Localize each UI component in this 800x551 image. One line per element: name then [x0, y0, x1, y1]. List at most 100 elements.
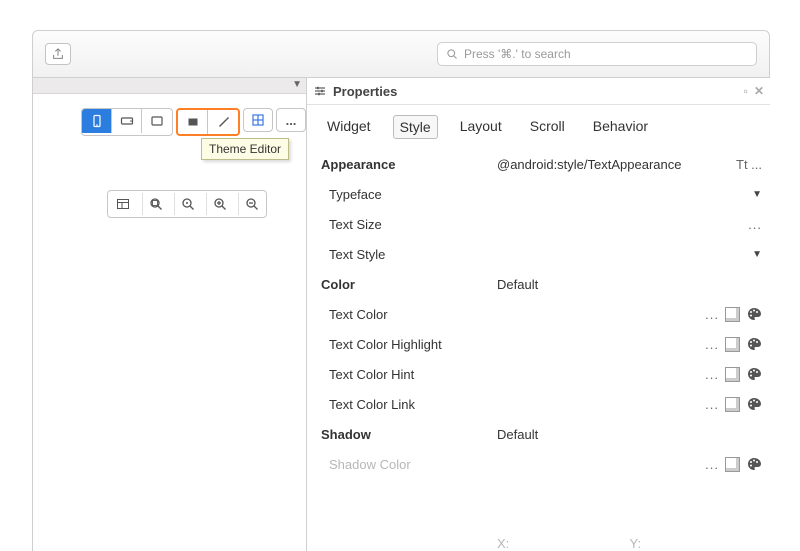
search-icon — [446, 48, 458, 60]
palette-icon[interactable] — [746, 306, 762, 322]
more-button[interactable]: ... — [705, 307, 719, 322]
palette-icon[interactable] — [746, 456, 762, 472]
text-style-picker[interactable]: Tt ... — [736, 157, 762, 172]
property-row[interactable]: Text Color Link... — [307, 389, 770, 419]
tab-style[interactable]: Style — [393, 115, 438, 139]
search-input[interactable]: Press '⌘.' to search — [437, 42, 757, 66]
color-swatch[interactable] — [725, 337, 740, 352]
more-button[interactable]: ... — [705, 397, 719, 412]
phone-landscape-icon — [120, 114, 134, 128]
property-affordances: ... — [705, 396, 762, 412]
palette-icon[interactable] — [746, 396, 762, 412]
phone-portrait-icon — [90, 114, 104, 128]
palette-icon[interactable] — [746, 336, 762, 352]
minimize-panel-button[interactable]: ▫ — [744, 84, 748, 98]
chevron-down-icon[interactable]: ▼ — [752, 189, 762, 200]
properties-tabs: Widget Style Layout Scroll Behavior — [307, 105, 770, 149]
property-row[interactable]: ShadowDefault — [307, 419, 770, 449]
property-label: Typeface — [321, 187, 497, 202]
more-button[interactable]: ... — [705, 337, 719, 352]
property-value[interactable]: Default — [497, 277, 762, 292]
zoom-out-icon — [245, 197, 259, 211]
configuration-bar[interactable]: ▼ — [33, 78, 306, 94]
property-value[interactable]: @android:style/TextAppearance — [497, 157, 736, 172]
address-bar: Press '⌘.' to search — [32, 30, 770, 78]
chevron-down-icon[interactable]: ▼ — [752, 249, 762, 260]
property-row[interactable]: Text Color... — [307, 299, 770, 329]
property-value[interactable]: Default — [497, 427, 762, 442]
color-picker-button[interactable] — [746, 396, 762, 412]
properties-icon — [313, 84, 327, 98]
color-swatch[interactable] — [725, 307, 740, 322]
properties-panel: Properties ▫ ✕ Widget Style Layout Scrol… — [306, 78, 770, 551]
tab-widget[interactable]: Widget — [321, 115, 377, 139]
more-button[interactable]: ... — [705, 457, 719, 472]
phone-portrait-button[interactable] — [82, 109, 112, 133]
shadow-dx-label: X: — [497, 536, 630, 551]
tab-behavior[interactable]: Behavior — [587, 115, 654, 139]
color-picker-button[interactable] — [746, 336, 762, 352]
more-button[interactable]: ... — [705, 367, 719, 382]
search-placeholder: Press '⌘.' to search — [464, 47, 748, 61]
zoom-in-button[interactable] — [206, 193, 232, 215]
property-affordances: ... — [705, 336, 762, 352]
theme-editor-button[interactable] — [208, 110, 238, 134]
color-swatch[interactable] — [725, 367, 740, 382]
color-picker-button[interactable] — [746, 306, 762, 322]
color-picker-button[interactable] — [746, 366, 762, 382]
property-label: Shadow Color — [321, 457, 497, 472]
zoom-in-icon — [213, 197, 227, 211]
property-affordances: ... — [705, 366, 762, 382]
layout-grid-button[interactable] — [243, 108, 273, 132]
property-label: Appearance — [321, 157, 497, 172]
property-row[interactable]: Text Style ▼ — [307, 239, 770, 269]
device-orientation-segment[interactable] — [81, 108, 173, 136]
color-swatch[interactable] — [725, 457, 740, 472]
property-label: Text Color Link — [321, 397, 497, 412]
property-row[interactable]: Shadow Color... — [307, 449, 770, 479]
tab-layout[interactable]: Layout — [454, 115, 508, 139]
share-button[interactable] — [45, 43, 71, 65]
property-row[interactable]: Text Size... — [307, 209, 770, 239]
property-affordances: Tt ... — [736, 157, 762, 172]
tooltip: Theme Editor — [201, 138, 289, 160]
property-row[interactable]: Typeface ▼ — [307, 179, 770, 209]
color-swatch[interactable] — [725, 397, 740, 412]
property-row[interactable]: Appearance@android:style/TextAppearanceT… — [307, 149, 770, 179]
property-label: Text Style — [321, 247, 497, 262]
overflow-button[interactable]: ... — [276, 108, 306, 132]
property-label: Text Color — [321, 307, 497, 322]
property-row[interactable]: ColorDefault — [307, 269, 770, 299]
grid-2x2-icon — [251, 113, 265, 127]
color-picker-button[interactable] — [746, 456, 762, 472]
zoom-out-button[interactable] — [238, 193, 264, 215]
more-button[interactable]: ... — [748, 217, 762, 232]
tablet-button[interactable] — [142, 109, 172, 133]
zoom-actual-icon — [181, 197, 195, 211]
blueprint-button[interactable] — [178, 110, 208, 134]
zoom-toolbar — [107, 190, 267, 218]
property-affordances: ▼ — [752, 249, 762, 260]
property-affordances: ... — [705, 306, 762, 322]
shadow-dxy-row: X: Y: — [307, 532, 770, 551]
palette-icon[interactable] — [746, 366, 762, 382]
zoom-fit-icon — [149, 197, 163, 211]
split-icon — [116, 197, 130, 211]
property-row[interactable]: Text Color Hint... — [307, 359, 770, 389]
zoom-fit-button[interactable] — [142, 193, 168, 215]
chevron-down-icon[interactable]: ▼ — [292, 79, 302, 90]
shadow-dy-label: Y: — [630, 536, 763, 551]
share-icon — [51, 47, 65, 61]
close-panel-button[interactable]: ✕ — [754, 84, 764, 98]
property-label: Text Color Hint — [321, 367, 497, 382]
pan-window-button[interactable] — [110, 193, 136, 215]
property-row[interactable]: Text Color Highlight... — [307, 329, 770, 359]
phone-landscape-button[interactable] — [112, 109, 142, 133]
property-affordances: ... — [748, 217, 762, 232]
zoom-actual-button[interactable] — [174, 193, 200, 215]
properties-list: Appearance@android:style/TextAppearanceT… — [307, 149, 770, 532]
mode-segment[interactable] — [176, 108, 240, 136]
property-affordances: ▼ — [752, 189, 762, 200]
property-label: Shadow — [321, 427, 497, 442]
tab-scroll[interactable]: Scroll — [524, 115, 571, 139]
